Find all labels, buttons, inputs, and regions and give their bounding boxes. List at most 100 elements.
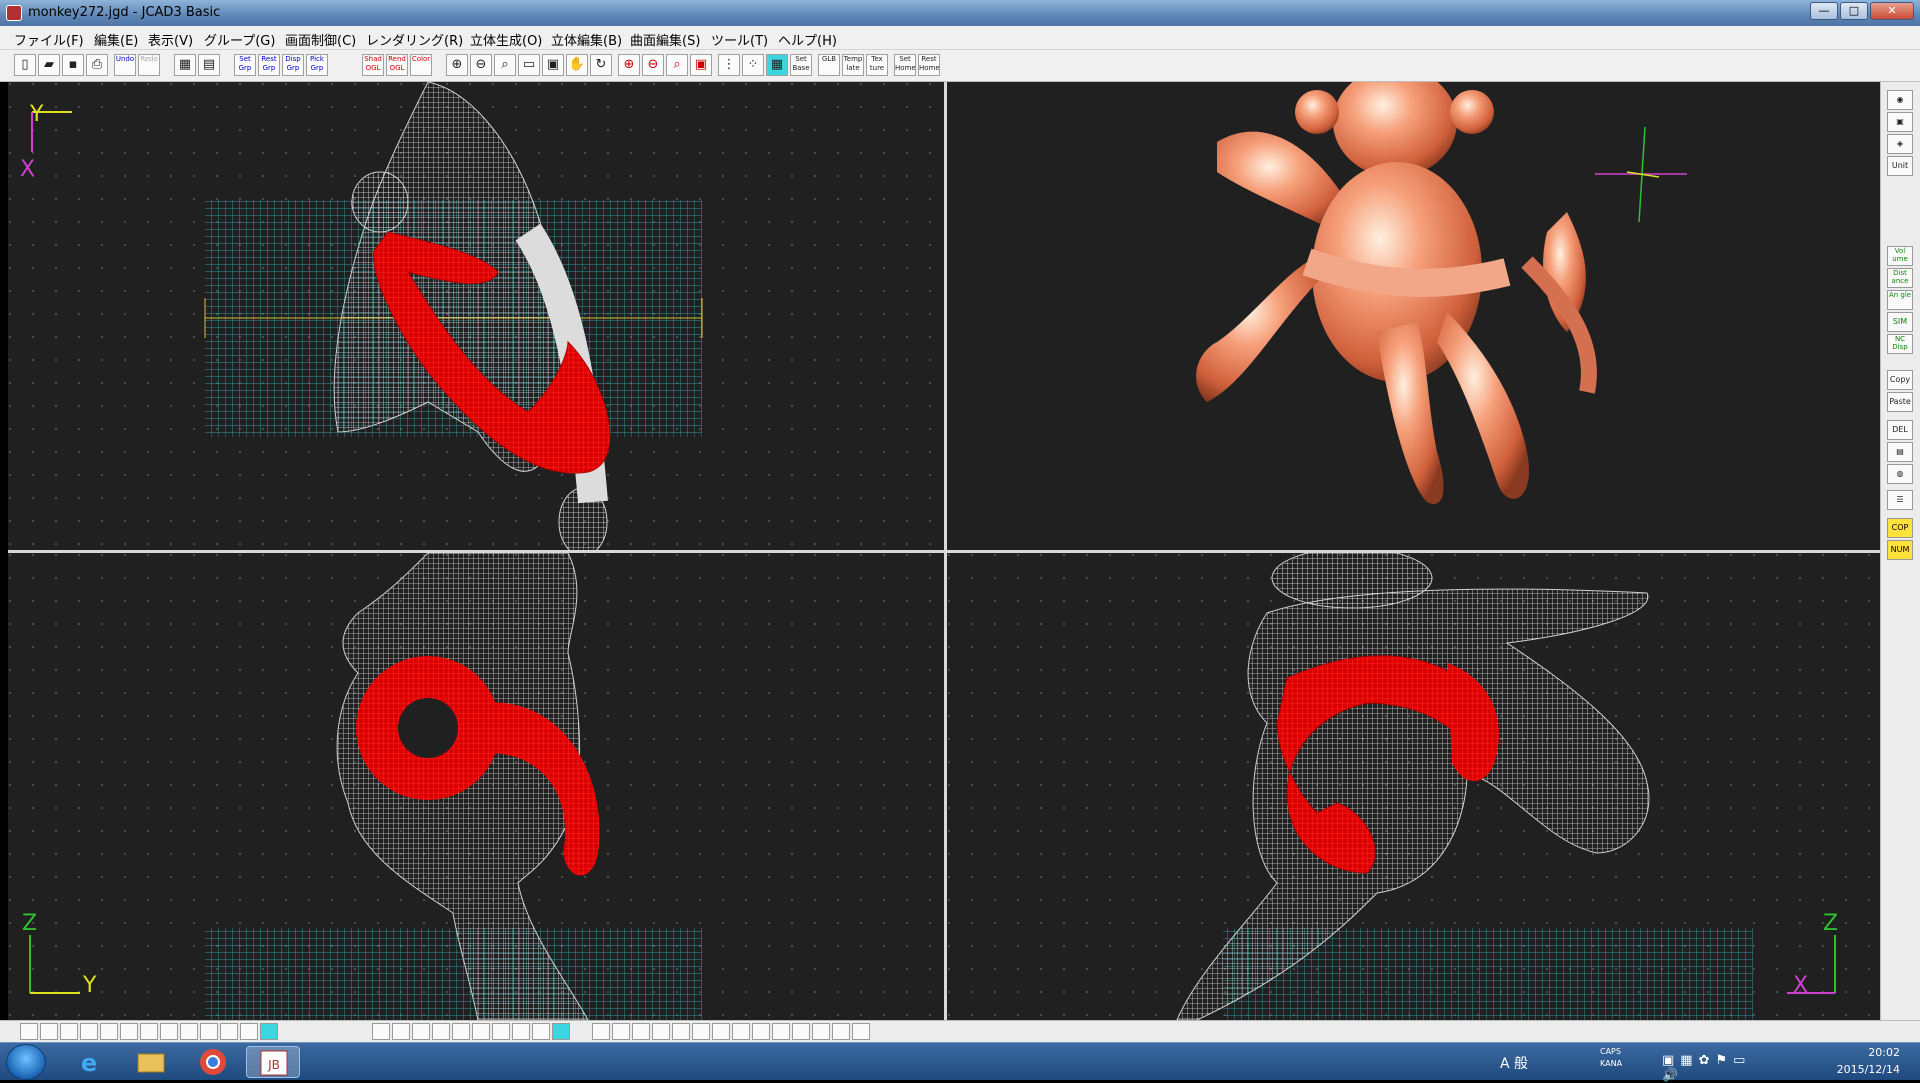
- menu-file[interactable]: ファイル(F): [14, 30, 84, 49]
- pan-hand-icon[interactable]: ✋: [566, 54, 588, 76]
- rest-home-button[interactable]: Rest Home: [918, 54, 940, 76]
- nc-disp-button[interactable]: NC Disp: [1887, 334, 1913, 354]
- info-tool-icon[interactable]: [852, 1023, 870, 1040]
- distance-button[interactable]: Dist ance: [1887, 268, 1913, 288]
- print-icon[interactable]: ⎙: [86, 54, 108, 76]
- view-eye-icon[interactable]: ◉: [1887, 90, 1913, 110]
- array-tool-icon[interactable]: [180, 1023, 198, 1040]
- cone-tool-icon[interactable]: [532, 1023, 550, 1040]
- color-button[interactable]: Color: [410, 54, 432, 76]
- twist-tool-icon[interactable]: [672, 1023, 690, 1040]
- delete-button[interactable]: DEL: [1887, 420, 1913, 440]
- color-palette-icon[interactable]: ◍: [1887, 464, 1913, 484]
- close-button[interactable]: ✕: [1870, 2, 1914, 20]
- angle-button[interactable]: An gle: [1887, 290, 1913, 310]
- move-tool-icon[interactable]: [612, 1023, 630, 1040]
- zoom-red-in-icon[interactable]: ⊕: [618, 54, 640, 76]
- redo-button[interactable]: Redo: [138, 54, 160, 76]
- shell-tool-icon[interactable]: [712, 1023, 730, 1040]
- zoom-fit-icon[interactable]: ⌕: [494, 54, 516, 76]
- mirror-tool-icon[interactable]: [160, 1023, 178, 1040]
- shade-ogl-button[interactable]: Shad OGL: [362, 54, 384, 76]
- open-folder-icon[interactable]: ▰: [38, 54, 60, 76]
- menu-tools[interactable]: ツール(T): [711, 30, 768, 49]
- section-tool-icon[interactable]: [772, 1023, 790, 1040]
- undo-button[interactable]: Undo: [114, 54, 136, 76]
- menu-help[interactable]: ヘルプ(H): [778, 30, 837, 49]
- set-group-button[interactable]: Set Grp: [234, 54, 256, 76]
- maximize-button[interactable]: □: [1840, 2, 1868, 20]
- rotate-view-icon[interactable]: ↻: [590, 54, 612, 76]
- render-ogl-button[interactable]: Rend OGL: [386, 54, 408, 76]
- menu-solid-edit[interactable]: 立体編集(B): [551, 30, 622, 49]
- scale-tool-icon[interactable]: [632, 1023, 650, 1040]
- torus-tool-icon[interactable]: [512, 1023, 530, 1040]
- text-tool-icon[interactable]: [240, 1023, 258, 1040]
- sweep-tool-icon[interactable]: [412, 1023, 430, 1040]
- offset-tool-icon[interactable]: [140, 1023, 158, 1040]
- extrude-tool-icon[interactable]: [372, 1023, 390, 1040]
- grid-active-icon[interactable]: ▦: [766, 54, 788, 76]
- clock-time[interactable]: 20:02: [1830, 1046, 1900, 1059]
- clock-date[interactable]: 2015/12/14: [1820, 1063, 1900, 1076]
- set-home-button[interactable]: Set Home: [894, 54, 916, 76]
- num-button[interactable]: NUM: [1887, 540, 1913, 560]
- group-table-icon[interactable]: ▤: [198, 54, 220, 76]
- save-icon[interactable]: ▪: [62, 54, 84, 76]
- jcad3-taskbar-button[interactable]: JB: [246, 1046, 300, 1078]
- set-base-button[interactable]: Set Base: [790, 54, 812, 76]
- unit-button[interactable]: Unit: [1887, 156, 1913, 176]
- snap-grid-icon[interactable]: ⁘: [742, 54, 764, 76]
- template-button[interactable]: Temp late: [842, 54, 864, 76]
- circle-tool-icon[interactable]: [80, 1023, 98, 1040]
- zoom-red-fit-icon[interactable]: ⌕: [666, 54, 688, 76]
- snap-tool-icon[interactable]: [260, 1023, 278, 1040]
- zoom-window-icon[interactable]: ▭: [518, 54, 540, 76]
- volume-button[interactable]: Vol ume: [1887, 246, 1913, 266]
- file-explorer-icon[interactable]: [124, 1046, 178, 1078]
- view-camera-icon[interactable]: ▣: [1887, 112, 1913, 132]
- pick-group-button[interactable]: Pick Grp: [306, 54, 328, 76]
- disp-group-button[interactable]: Disp Grp: [282, 54, 304, 76]
- viewport-top[interactable]: Y X: [8, 82, 944, 550]
- glb-button[interactable]: GLB: [818, 54, 840, 76]
- cylinder-tool-icon[interactable]: [492, 1023, 510, 1040]
- copy-button[interactable]: Copy: [1887, 370, 1913, 390]
- split-tool-icon[interactable]: [812, 1023, 830, 1040]
- arc-tool-icon[interactable]: [60, 1023, 78, 1040]
- cop-button[interactable]: COP: [1887, 518, 1913, 538]
- paste-button[interactable]: Paste: [1887, 392, 1913, 412]
- rotate-tool-icon[interactable]: [592, 1023, 610, 1040]
- texture-button[interactable]: Tex ture: [866, 54, 888, 76]
- rest-group-button[interactable]: Rest Grp: [258, 54, 280, 76]
- property-icon[interactable]: ▤: [1887, 442, 1913, 462]
- internet-explorer-icon[interactable]: e: [62, 1046, 116, 1078]
- loft-tool-icon[interactable]: [432, 1023, 450, 1040]
- line-tool-icon[interactable]: [20, 1023, 38, 1040]
- revolve-tool-icon[interactable]: [392, 1023, 410, 1040]
- menu-group[interactable]: グループ(G): [204, 30, 275, 49]
- chrome-icon[interactable]: [186, 1046, 240, 1078]
- grid-toggle-icon[interactable]: ⋮: [718, 54, 740, 76]
- menu-view[interactable]: 表示(V): [148, 30, 193, 49]
- viewport-perspective[interactable]: [947, 82, 1880, 550]
- zoom-red-box-icon[interactable]: ▣: [690, 54, 712, 76]
- viewport-front[interactable]: Z Y: [8, 553, 944, 1020]
- new-file-icon[interactable]: ▯: [14, 54, 36, 76]
- menu-solid-create[interactable]: 立体生成(O): [470, 30, 542, 49]
- dimension-tool-icon[interactable]: [220, 1023, 238, 1040]
- sim-button[interactable]: SIM: [1887, 312, 1913, 332]
- zoom-in-icon[interactable]: ⊕: [446, 54, 468, 76]
- menu-rendering[interactable]: レンダリング(R): [366, 30, 463, 49]
- fillet-tool-icon[interactable]: [732, 1023, 750, 1040]
- menu-screen-control[interactable]: 画面制御(C): [285, 30, 356, 49]
- measure-tool-icon[interactable]: [832, 1023, 850, 1040]
- trim-tool-icon[interactable]: [200, 1023, 218, 1040]
- group-list-icon[interactable]: ▦: [174, 54, 196, 76]
- view-layer-icon[interactable]: ◈: [1887, 134, 1913, 154]
- zoom-red-out-icon[interactable]: ⊖: [642, 54, 664, 76]
- point-tool-icon[interactable]: [120, 1023, 138, 1040]
- menu-surface-edit[interactable]: 曲面編集(S): [630, 30, 700, 49]
- mesh-tool-icon[interactable]: [552, 1023, 570, 1040]
- spline-tool-icon[interactable]: [100, 1023, 118, 1040]
